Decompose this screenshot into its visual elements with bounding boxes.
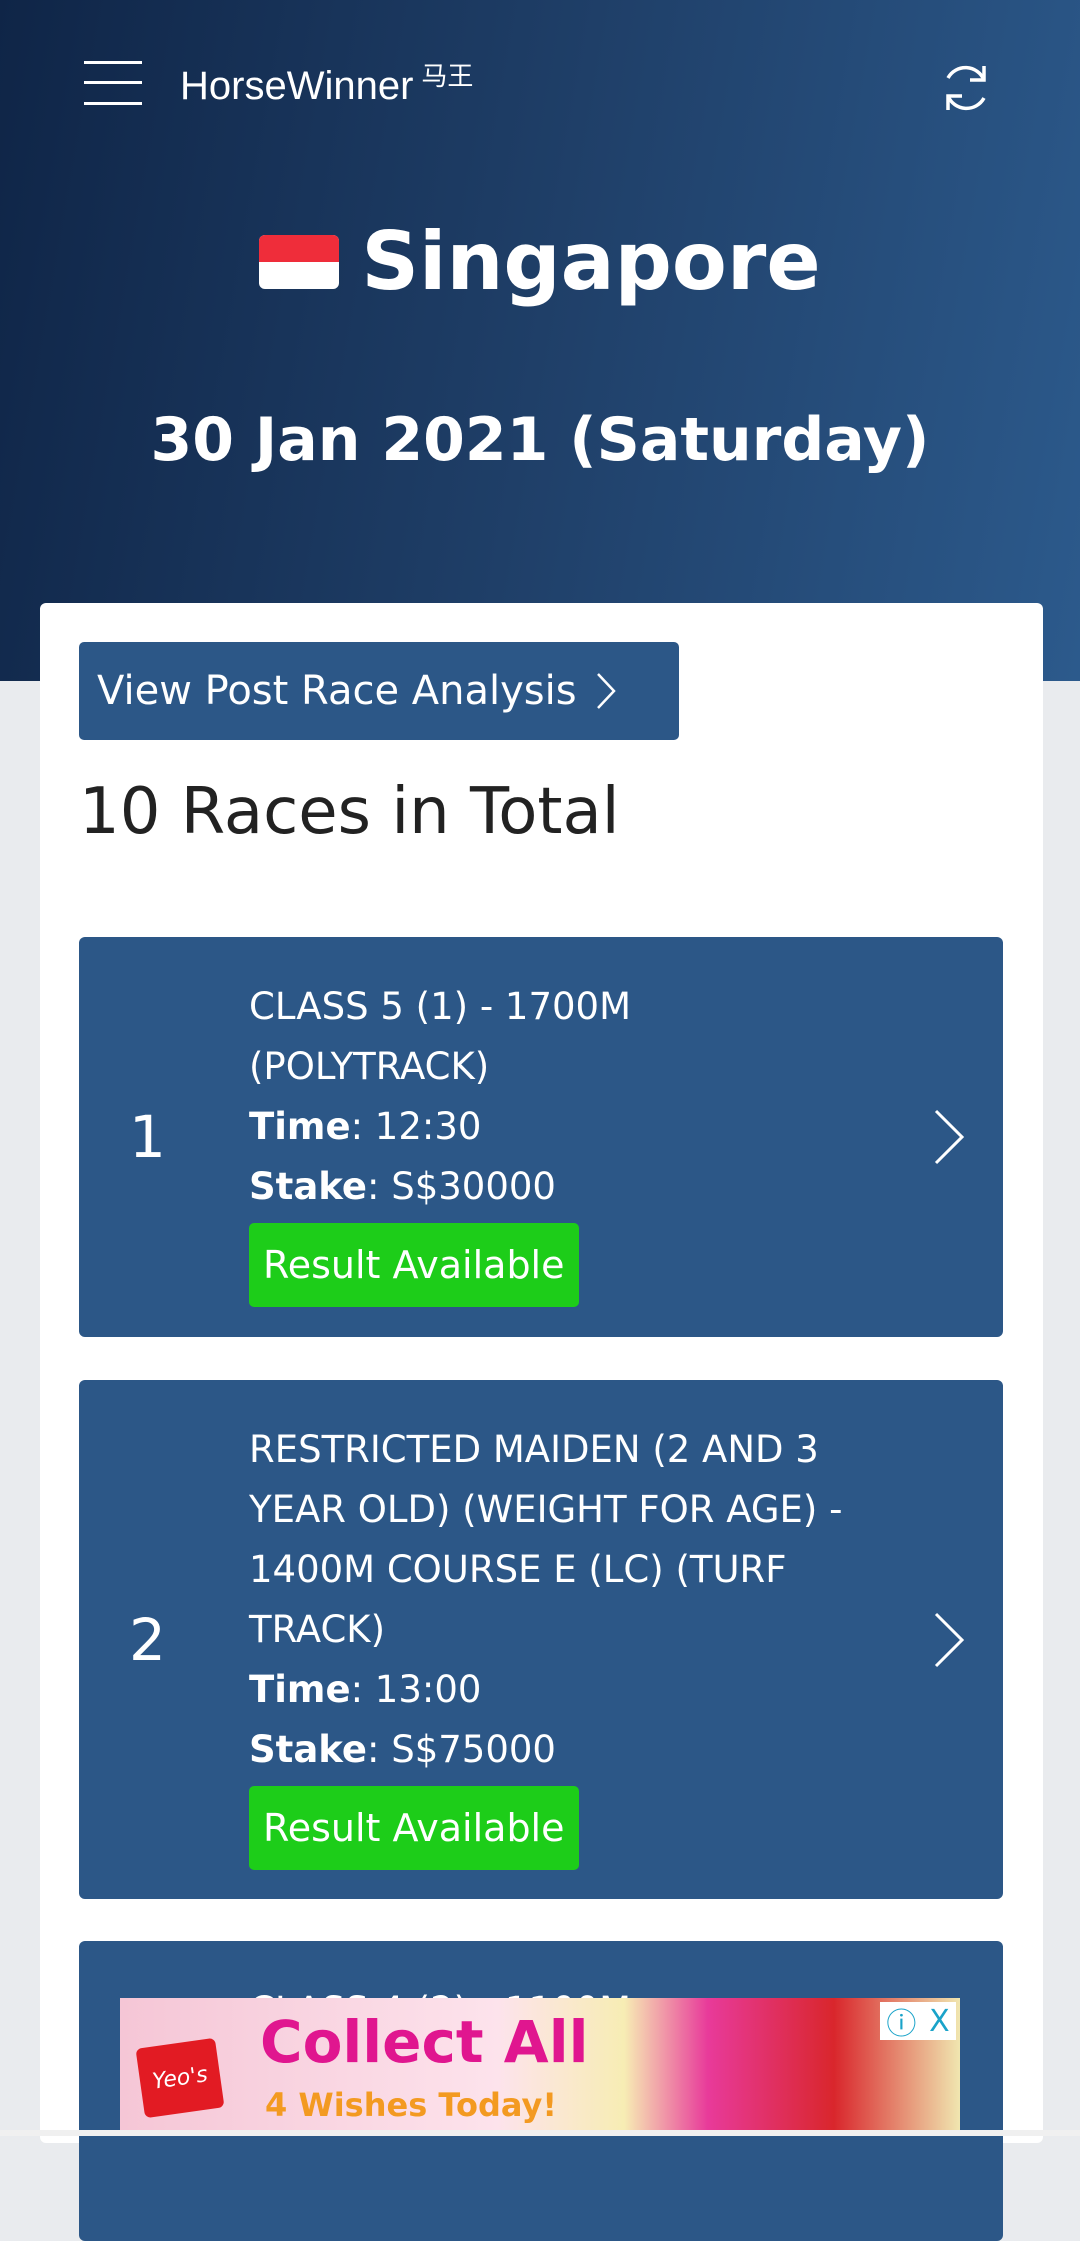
app-title[interactable]: HorseWinner 马王 — [180, 56, 473, 109]
post-race-analysis-button[interactable]: View Post Race Analysis — [79, 642, 679, 740]
post-race-label: View Post Race Analysis — [97, 668, 577, 714]
race-date: 30 Jan 2021 (Saturday) — [150, 405, 930, 475]
time-label: Time — [249, 1105, 351, 1148]
refresh-icon[interactable] — [936, 58, 996, 118]
races-total: 10 Races in Total — [79, 775, 620, 849]
ad-controls: ⓘ X — [880, 1999, 956, 2043]
country-name: Singapore — [361, 215, 821, 308]
stake-label: Stake — [249, 1165, 368, 1208]
race-time: : 12:30 — [350, 1105, 482, 1148]
time-label: Time — [249, 1668, 351, 1711]
race-stake: : S$30000 — [367, 1165, 556, 1208]
status-badge: Result Available — [249, 1223, 579, 1307]
chevron-right-icon — [596, 673, 616, 709]
app-name-cn: 马王 — [421, 61, 474, 91]
ad-logo: Yeo's — [135, 2037, 225, 2119]
app-name: HorseWinner — [180, 64, 414, 108]
races-card: View Post Race Analysis 10 Races in Tota… — [40, 603, 1043, 2241]
ad-banner[interactable]: Yeo's Collect All 4 Wishes Today! ⓘ X — [120, 1998, 960, 2134]
race-title: RESTRICTED MAIDEN (2 AND 3 YEAR OLD) (WE… — [249, 1428, 843, 1651]
race-item-2[interactable]: 2 RESTRICTED MAIDEN (2 AND 3 YEAR OLD) (… — [79, 1380, 1003, 1899]
ad-subline: 4 Wishes Today! — [265, 2086, 557, 2124]
bottom-bar — [0, 2130, 1080, 2136]
race-number: 1 — [129, 1103, 166, 1171]
stake-label: Stake — [249, 1728, 368, 1771]
hamburger-icon[interactable] — [84, 61, 142, 105]
singapore-flag-icon — [259, 234, 340, 289]
info-icon[interactable]: ⓘ — [886, 1999, 916, 2043]
race-time: : 13:00 — [350, 1668, 482, 1711]
status-badge: Result Available — [249, 1786, 579, 1870]
race-number: 2 — [129, 1605, 166, 1674]
country-title: Singapore — [0, 215, 1080, 308]
chevron-right-icon[interactable] — [931, 1107, 967, 1167]
header-banner: HorseWinner 马王 Singapore 30 Jan 2021 (Sat… — [0, 0, 1080, 681]
race-stake: : S$75000 — [367, 1728, 556, 1771]
close-icon[interactable]: X — [929, 2004, 950, 2039]
ad-headline: Collect All — [260, 2008, 589, 2076]
chevron-right-icon[interactable] — [931, 1610, 967, 1670]
race-title: CLASS 5 (1) - 1700M (POLYTRACK) — [249, 985, 632, 1088]
race-item-1[interactable]: 1 CLASS 5 (1) - 1700M (POLYTRACK) Time: … — [79, 937, 1003, 1337]
